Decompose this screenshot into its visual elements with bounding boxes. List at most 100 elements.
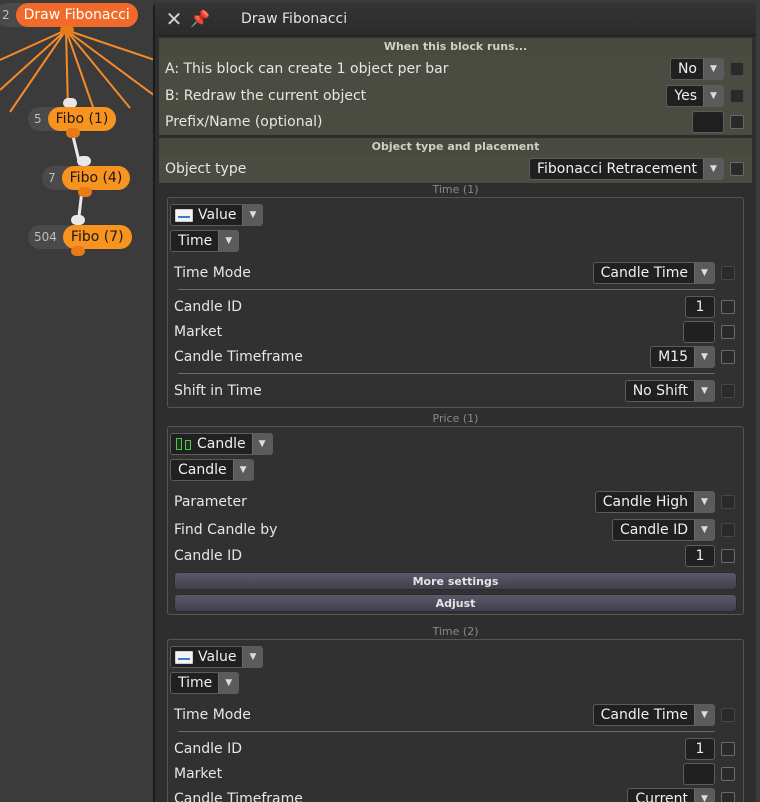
row-checkbox[interactable] [730,61,744,76]
price-1-kind-select[interactable]: Candle ▼ [170,459,254,481]
chevron-down-icon: ▼ [694,346,714,367]
row-redraw: B: Redraw the current object Yes ▼ [159,82,752,109]
time-1-shift-row: Shift in Time No Shift ▼ [168,378,743,403]
output-connector[interactable] [60,25,74,35]
row-checkbox[interactable] [721,522,735,537]
select-value: Value [198,207,237,223]
input-connector[interactable] [77,156,91,166]
time-2-market-row: Market [168,761,743,786]
select-value: Time [178,675,213,691]
row-prefix: Prefix/Name (optional) [159,109,752,135]
candle-icon [175,436,193,452]
shift-select[interactable]: No Shift ▼ [624,379,715,402]
market-input[interactable] [683,762,715,785]
select-value: Time [178,233,213,249]
redraw-select[interactable]: Yes ▼ [666,84,724,107]
node-draw-fibonacci[interactable]: 2 Draw Fibonacci [0,3,138,27]
row-checkbox[interactable] [721,494,735,509]
timeframe-select[interactable]: M15 ▼ [650,345,715,368]
chevron-down-icon: ▼ [694,704,714,725]
candle-id-input[interactable]: 1 [685,295,715,318]
node-id: 7 [48,171,56,185]
pin-icon[interactable]: 📌 [189,8,211,30]
output-connector[interactable] [71,246,85,256]
row-object-type: Object type Fibonacci Retracement ▼ [159,155,752,183]
row-label: Object type [165,161,247,177]
create-per-bar-select[interactable]: No ▼ [669,57,724,80]
row-label: Shift in Time [174,382,262,399]
row-label: Parameter [174,493,247,510]
time-1-candle-id-row: Candle ID 1 [168,294,743,319]
chevron-down-icon: ▼ [703,58,723,79]
time-mode-select[interactable]: Candle Time ▼ [592,261,715,284]
time-1-mode-row: Time Mode Candle Time ▼ [168,260,743,285]
time-2-timeframe-row: Candle Timeframe Current ▼ [168,786,743,802]
time-mode-select[interactable]: Candle Time ▼ [592,703,715,726]
row-checkbox[interactable] [721,766,735,781]
chevron-down-icon: ▼ [694,491,714,512]
row-label: Time Mode [174,706,251,723]
chevron-down-icon: ▼ [694,788,714,802]
divider [178,373,715,374]
price-1-source-select[interactable]: Candle ▼ [170,433,273,455]
row-label: Time Mode [174,264,251,281]
node-canvas[interactable]: 2 Draw Fibonacci 5 Fibo (1) 7 Fibo (4) 5… [0,0,155,802]
prefix-input[interactable] [692,111,724,133]
row-label: Candle ID [174,298,242,315]
row-checkbox[interactable] [730,88,744,103]
row-checkbox[interactable] [721,741,735,756]
row-checkbox[interactable] [721,791,735,802]
row-checkbox[interactable] [721,707,735,722]
row-checkbox[interactable] [721,548,735,563]
close-icon[interactable]: ✕ [163,8,185,30]
output-connector[interactable] [66,128,80,138]
select-value: M15 [658,348,688,365]
time-1-caption: Time (1) [432,183,479,196]
time-2-mode-row: Time Mode Candle Time ▼ [168,702,743,727]
row-checkbox[interactable] [730,115,744,129]
divider [178,731,715,732]
find-candle-select[interactable]: Candle ID ▼ [612,518,715,541]
input-connector[interactable] [71,215,85,225]
row-checkbox[interactable] [721,324,735,339]
row-checkbox[interactable] [721,383,735,398]
row-label: A: This block can create 1 object per ba… [165,60,449,77]
time-2-source-select[interactable]: Value ▼ [170,646,264,668]
row-checkbox[interactable] [721,299,735,314]
more-settings-button[interactable]: More settings [174,572,737,590]
time-2-kind-select[interactable]: Time ▼ [170,672,240,694]
timeframe-select[interactable]: Current ▼ [627,787,715,802]
select-value: Value [198,649,237,665]
price-1-parameter-row: Parameter Candle High ▼ [168,489,743,514]
node-label: Fibo (4) [61,166,131,190]
output-connector[interactable] [78,187,92,197]
row-label: Candle Timeframe [174,348,303,365]
select-value: Candle High [602,493,688,510]
chevron-down-icon: ▼ [218,231,239,251]
market-input[interactable] [683,320,715,343]
row-label: Market [174,765,223,782]
row-label: Candle ID [174,547,242,564]
object-type-select[interactable]: Fibonacci Retracement ▼ [528,158,724,180]
price-1-caption: Price (1) [432,412,479,425]
candle-id-input[interactable]: 1 [685,737,715,760]
price-1-candle-id-row: Candle ID 1 [168,543,743,568]
parameter-select[interactable]: Candle High ▼ [594,490,715,513]
price-1-group: Candle ▼ Candle ▼ Parameter Candle High … [167,426,744,615]
select-value: Fibonacci Retracement [536,161,697,177]
row-checkbox[interactable] [721,349,735,364]
row-checkbox[interactable] [730,162,744,176]
row-checkbox[interactable] [721,265,735,280]
time-1-source-select[interactable]: Value ▼ [170,204,264,226]
select-value: Candle Time [600,264,688,281]
time-1-kind-select[interactable]: Time ▼ [170,230,240,252]
chevron-down-icon: ▼ [703,85,723,106]
candle-id-input[interactable]: 1 [685,544,715,567]
row-label: Candle Timeframe [174,790,303,802]
adjust-button[interactable]: Adjust [174,594,737,612]
time-1-timeframe-row: Candle Timeframe M15 ▼ [168,344,743,369]
value-icon [175,650,193,664]
when-runs-header: When this block runs... [159,38,752,55]
panel-titlebar[interactable]: ✕ 📌 Draw Fibonacci [155,2,756,36]
row-label: B: Redraw the current object [165,87,367,104]
